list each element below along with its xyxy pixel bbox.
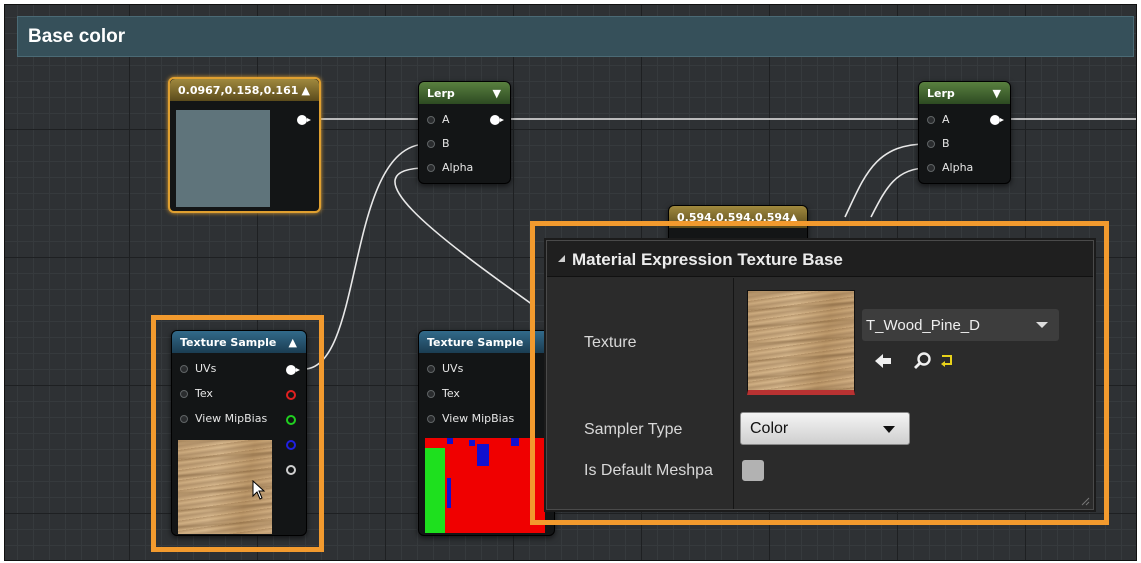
output-pin[interactable] (490, 115, 504, 125)
pin-label: Alpha (442, 161, 474, 174)
collapse-arrow-icon[interactable]: ▼ (493, 87, 501, 100)
pin-dot (427, 365, 435, 373)
wire-to-lerp2b (844, 143, 928, 218)
node-header: Lerp ▼ (419, 82, 510, 104)
wire-tex2-to-lerp1alpha (394, 167, 534, 306)
pin-label: A (442, 113, 450, 126)
node-title: Lerp (427, 87, 455, 100)
highlight-frame-details-panel (530, 221, 1109, 525)
lerp-node[interactable]: Lerp ▼ A B Alpha (418, 81, 511, 184)
collapse-arrow-icon[interactable]: ▲ (302, 84, 310, 97)
pin-label: Alpha (942, 161, 974, 174)
pin-label: UVs (442, 362, 464, 375)
input-pin-a[interactable]: A (927, 113, 950, 129)
input-pin-tex[interactable]: Tex (427, 387, 460, 403)
pin-label: B (442, 137, 450, 150)
material-graph-canvas[interactable]: Base color 0.0967,0.158,0.161 ▲ Lerp ▼ A… (4, 4, 1137, 561)
pin-label: A (942, 113, 950, 126)
pin-dot (927, 164, 935, 172)
lerp-node[interactable]: Lerp ▼ A B Alpha (918, 81, 1011, 184)
pin-dot (427, 140, 435, 148)
output-pin[interactable] (297, 115, 311, 125)
input-pin-b[interactable]: B (427, 137, 450, 153)
node-header: 0.0967,0.158,0.161 ▲ (170, 79, 319, 101)
mask-texture-preview (425, 438, 545, 533)
output-pin[interactable] (990, 115, 1004, 125)
pin-dot (427, 116, 435, 124)
constant-color-node[interactable]: 0.0967,0.158,0.161 ▲ (168, 77, 321, 213)
collapse-arrow-icon[interactable]: ▼ (993, 87, 1001, 100)
pin-label: Tex (442, 387, 460, 400)
input-pin-alpha[interactable]: Alpha (927, 161, 973, 177)
highlight-frame-texture-node (151, 315, 324, 552)
pin-dot (927, 116, 935, 124)
pin-dot (427, 390, 435, 398)
input-pin-b[interactable]: B (927, 137, 950, 153)
pin-dot (427, 164, 435, 172)
pin-dot (927, 140, 935, 148)
pin-dot (427, 415, 435, 423)
pin-label: View MipBias (442, 412, 515, 425)
node-header: Lerp ▼ (919, 82, 1010, 104)
pin-label: B (942, 137, 950, 150)
color-swatch (176, 110, 270, 207)
input-pin-uvs[interactable]: UVs (427, 362, 463, 378)
node-title: 0.0967,0.158,0.161 (178, 84, 299, 97)
node-title: Texture Sample (427, 336, 524, 349)
node-title: Lerp (927, 87, 955, 100)
input-pin-a[interactable]: A (427, 113, 450, 129)
input-pin-mipbias[interactable]: View MipBias (427, 412, 514, 428)
input-pin-alpha[interactable]: Alpha (427, 161, 473, 177)
